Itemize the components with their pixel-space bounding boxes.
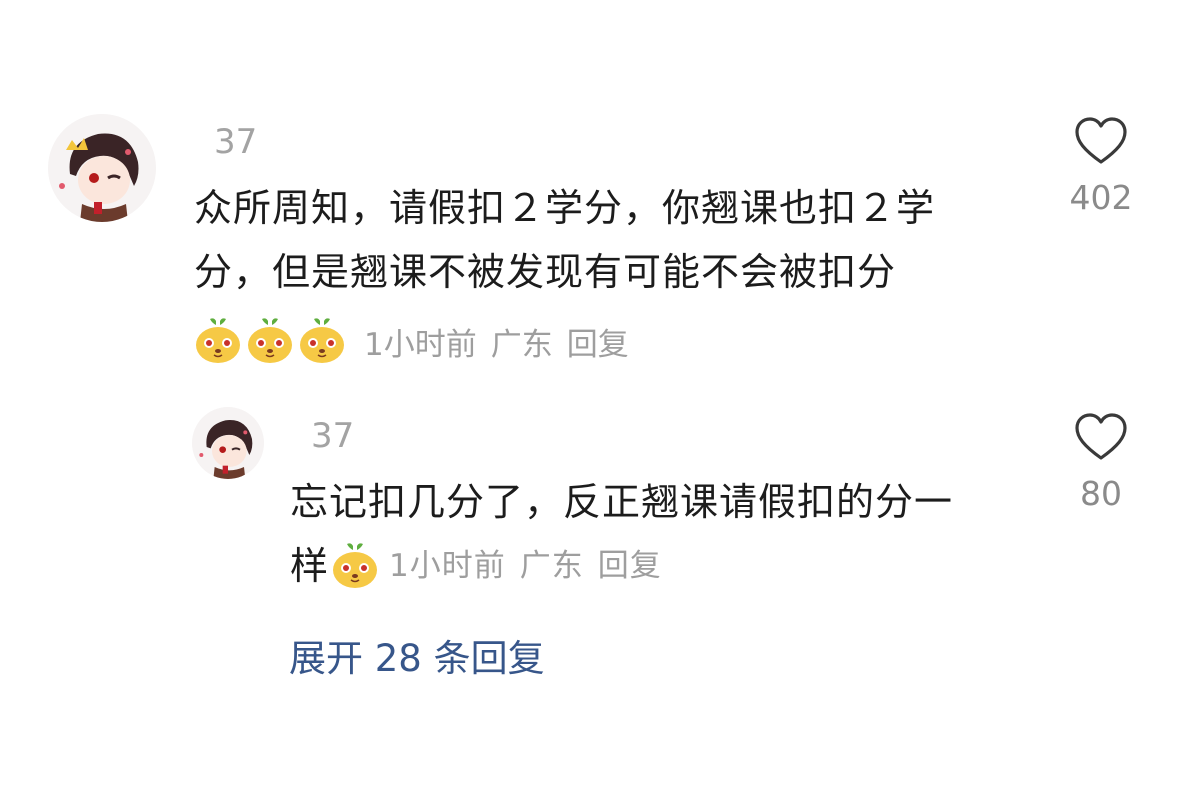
comment-location: 广东 — [490, 326, 553, 363]
reply-meta: 1小时前 广东 回复 — [389, 534, 662, 598]
reply-reply-button[interactable]: 回复 — [598, 534, 662, 598]
doge-emoji — [246, 317, 294, 365]
reply-time: 1小时前 — [389, 548, 506, 584]
comment-text: 众所周知，请假扣２学分，你翘课也扣２学 分，但是翘课不被发现有可能不会被扣分 — [194, 176, 1014, 304]
heart-icon — [1075, 117, 1127, 164]
doge-emoji — [331, 542, 379, 590]
like-count: 402 — [1069, 178, 1133, 217]
heart-icon — [1075, 413, 1127, 460]
comment-time: 1小时前 — [364, 326, 477, 363]
avatar[interactable] — [48, 114, 156, 222]
comment-meta: 1小时前 广东 回复 — [194, 316, 629, 366]
comment-text-line: 分，但是翘课不被发现有可能不会被扣分 — [194, 250, 897, 294]
reply-text-word: 样 — [290, 544, 330, 588]
reply-like-button[interactable]: 80 — [1060, 412, 1142, 513]
like-button[interactable]: 402 — [1060, 116, 1142, 217]
comment-text-line: 众所周知，请假扣２学分，你翘课也扣２学 — [194, 186, 936, 230]
doge-emoji — [194, 317, 242, 365]
reply-location: 广东 — [519, 548, 584, 584]
username[interactable]: 37 — [214, 122, 257, 162]
reply-avatar[interactable] — [192, 407, 264, 479]
reply-text-line: 忘记扣几分了，反正翘课请假扣的分一 — [290, 480, 954, 524]
reply-like-count: 80 — [1080, 474, 1122, 513]
reply-username[interactable]: 37 — [311, 416, 354, 456]
doge-emoji — [298, 317, 346, 365]
reply-button[interactable]: 回复 — [567, 319, 629, 364]
expand-replies-link[interactable]: 展开 28 条回复 — [289, 628, 545, 682]
reply-text: 忘记扣几分了，反正翘课请假扣的分一 样 1小时前 广东 回复 — [290, 470, 1030, 598]
reply-text-line-2: 样 1小时前 广东 回复 — [290, 534, 1030, 598]
